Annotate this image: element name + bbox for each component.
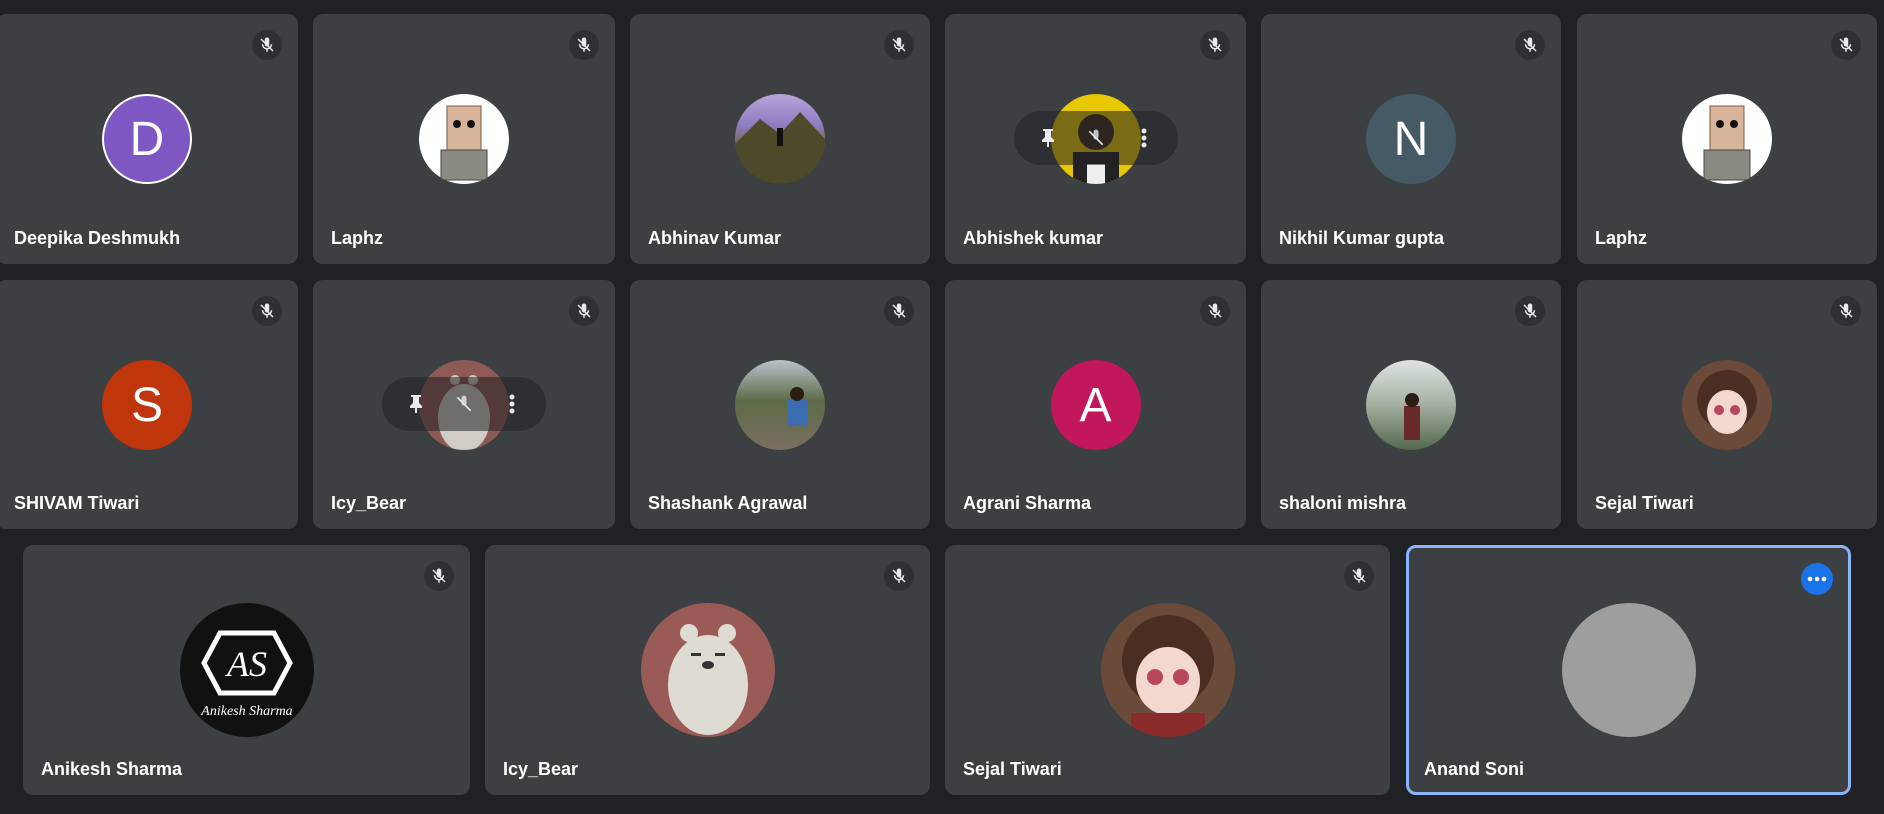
participant-name: Icy_Bear [331,493,407,513]
avatar: S [102,360,192,450]
mic-off-icon[interactable] [1082,124,1110,152]
participant-tile[interactable]: Sejal Tiwari [945,545,1390,795]
mic-off-icon [1515,296,1545,326]
mic-off-icon [884,561,914,591]
participant-tile[interactable]: Laphz [313,14,615,264]
participant-name: Anikesh Sharma [41,759,183,779]
logo-signature: Anikesh Sharma [200,704,292,719]
participant-name: Laphz [1595,228,1647,248]
mic-off-icon [1344,561,1374,591]
mic-off-icon [1200,296,1230,326]
participant-name: Icy_Bear [503,759,579,779]
participant-name: shaloni mishra [1279,493,1407,513]
participant-name: Abhinav Kumar [648,228,782,248]
avatar: A [1050,360,1141,450]
mic-off-icon [1200,30,1230,60]
mic-off-icon [884,296,914,326]
participant-tile[interactable]: Abhishek kumar [945,14,1246,264]
mic-off-icon [884,30,914,60]
mic-off-icon[interactable] [450,390,478,418]
participant-name: Agrani Sharma [963,493,1092,513]
participant-tile[interactable]: D Deepika Deshmukh [0,14,298,264]
participant-name: Laphz [331,228,383,248]
participant-name: Nikhil Kumar gupta [1279,228,1445,248]
avatar-initial: S [130,378,163,432]
tile-hover-controls [1013,111,1178,165]
tile-hover-controls [382,377,546,431]
participant-tile[interactable]: Shashank Agrawal [630,280,930,529]
logo-monogram: AS [225,644,267,684]
avatar-initial: D [129,112,165,166]
participant-tile[interactable]: N Nikhil Kumar gupta [1261,14,1561,264]
avatar [735,360,825,450]
more-horiz-icon[interactable] [1801,563,1833,595]
participant-tile[interactable]: Icy_Bear [313,280,615,529]
avatar-initial: A [1079,378,1112,432]
mic-off-icon [1831,296,1861,326]
avatar [419,94,509,184]
avatar [1366,360,1456,450]
avatar-initial: N [1393,112,1429,166]
more-vert-icon[interactable] [498,390,526,418]
mic-off-icon [424,561,454,591]
pin-icon[interactable] [402,390,430,418]
mic-off-icon [569,30,599,60]
avatar [640,603,775,737]
avatar: AS Anikesh Sharma [179,603,314,737]
participant-name: Anand Soni [1424,759,1524,779]
mic-off-icon [1831,30,1861,60]
avatar [735,94,825,184]
avatar [1100,603,1235,737]
participant-name: Deepika Deshmukh [14,228,181,248]
mic-off-icon [1515,30,1545,60]
avatar [1682,360,1772,450]
avatar [1561,603,1696,737]
mic-off-icon [569,296,599,326]
participant-tile[interactable]: AS Anikesh Sharma Anikesh Sharma [23,545,470,795]
participant-tile[interactable]: S SHIVAM Tiwari [0,280,298,529]
more-vert-icon[interactable] [1130,124,1158,152]
participant-tile[interactable]: shaloni mishra [1261,280,1561,529]
participant-tile-active[interactable]: Anand Soni [1406,545,1851,795]
avatar: D [102,94,192,184]
participant-tile[interactable]: Laphz [1577,14,1877,264]
participant-tile[interactable]: A Agrani Sharma [945,280,1246,529]
pin-icon[interactable] [1034,124,1062,152]
participant-name: Sejal Tiwari [963,759,1062,779]
mic-off-icon [252,296,282,326]
participant-name: Shashank Agrawal [648,493,808,513]
participant-name: Abhishek kumar [963,228,1104,248]
participant-tile[interactable]: Icy_Bear [485,545,930,795]
mic-off-icon [252,30,282,60]
participant-name: Sejal Tiwari [1595,493,1694,513]
participant-tile[interactable]: Abhinav Kumar [630,14,930,264]
avatar [1682,94,1772,184]
avatar: N [1366,94,1456,184]
participant-tile[interactable]: Sejal Tiwari [1577,280,1877,529]
participant-name: SHIVAM Tiwari [14,493,140,513]
